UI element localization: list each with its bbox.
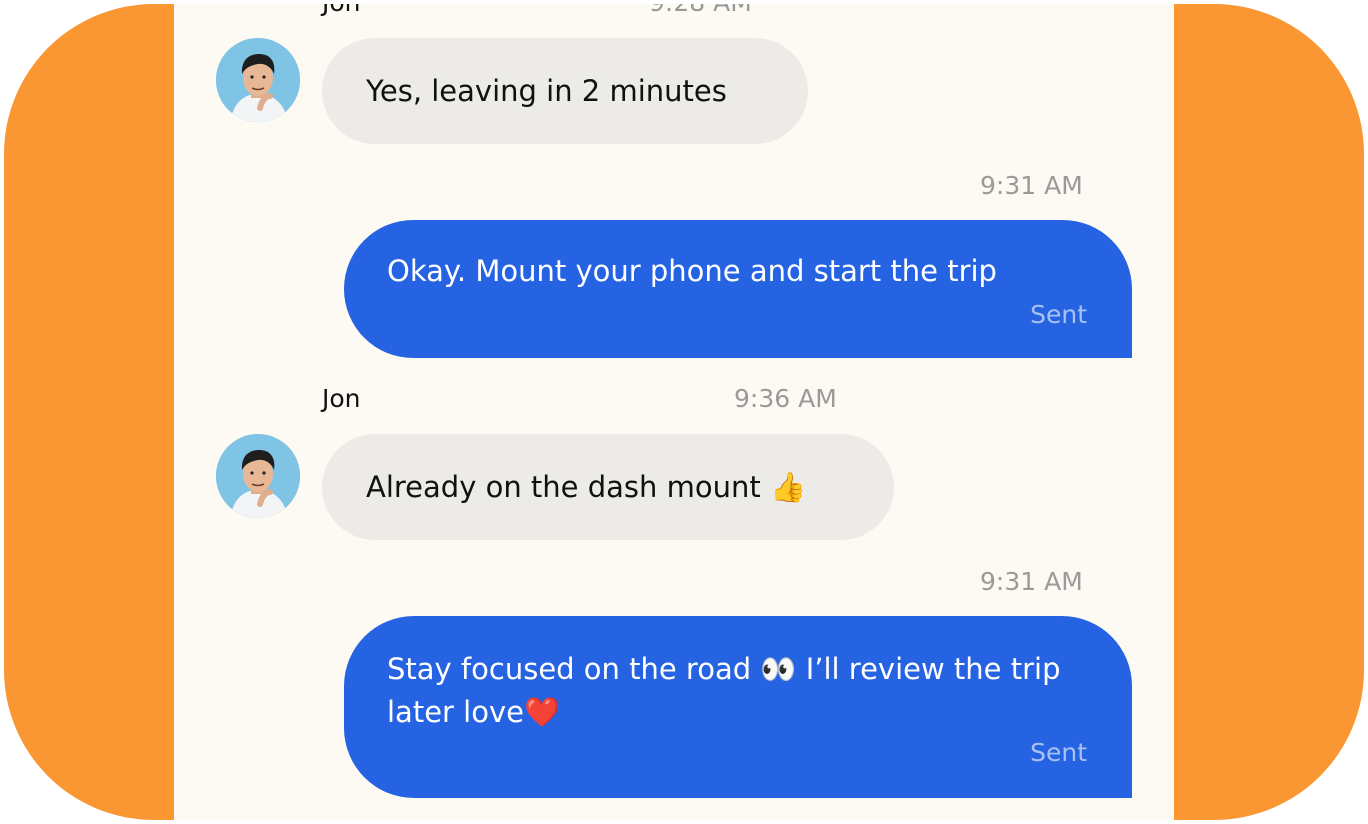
profile-photo-icon bbox=[216, 434, 300, 518]
message-timestamp: 9:31 AM bbox=[980, 171, 1083, 200]
message-bubble-incoming[interactable]: Yes, leaving in 2 minutes bbox=[322, 38, 808, 144]
avatar[interactable] bbox=[216, 434, 300, 518]
message-text: Yes, leaving in 2 minutes bbox=[366, 74, 727, 108]
message-bubble-outgoing[interactable]: Stay focused on the road 👀 I’ll review t… bbox=[344, 616, 1132, 798]
message-timestamp: 9:28 AM bbox=[649, 4, 752, 17]
message-timestamp: 9:31 AM bbox=[980, 567, 1083, 596]
profile-photo-icon bbox=[216, 38, 300, 122]
chat-thread[interactable]: Jon 9:28 AM Yes, leaving in 2 minutes 9:… bbox=[174, 4, 1174, 820]
message-timestamp: 9:36 AM bbox=[734, 384, 837, 413]
message-bubble-outgoing[interactable]: Okay. Mount your phone and start the tri… bbox=[344, 220, 1132, 358]
message-status: Sent bbox=[1030, 738, 1087, 767]
message-bubble-incoming[interactable]: Already on the dash mount 👍 bbox=[322, 434, 894, 540]
message-text: Stay focused on the road 👀 I’ll review t… bbox=[387, 652, 1061, 729]
app-frame: Jon 9:28 AM Yes, leaving in 2 minutes 9:… bbox=[4, 4, 1364, 820]
message-status: Sent bbox=[1030, 300, 1087, 329]
sender-name: Jon bbox=[322, 4, 361, 17]
message-text: Already on the dash mount 👍 bbox=[366, 469, 807, 504]
avatar[interactable] bbox=[216, 38, 300, 122]
message-text: Okay. Mount your phone and start the tri… bbox=[387, 254, 997, 288]
sender-name: Jon bbox=[322, 384, 361, 413]
